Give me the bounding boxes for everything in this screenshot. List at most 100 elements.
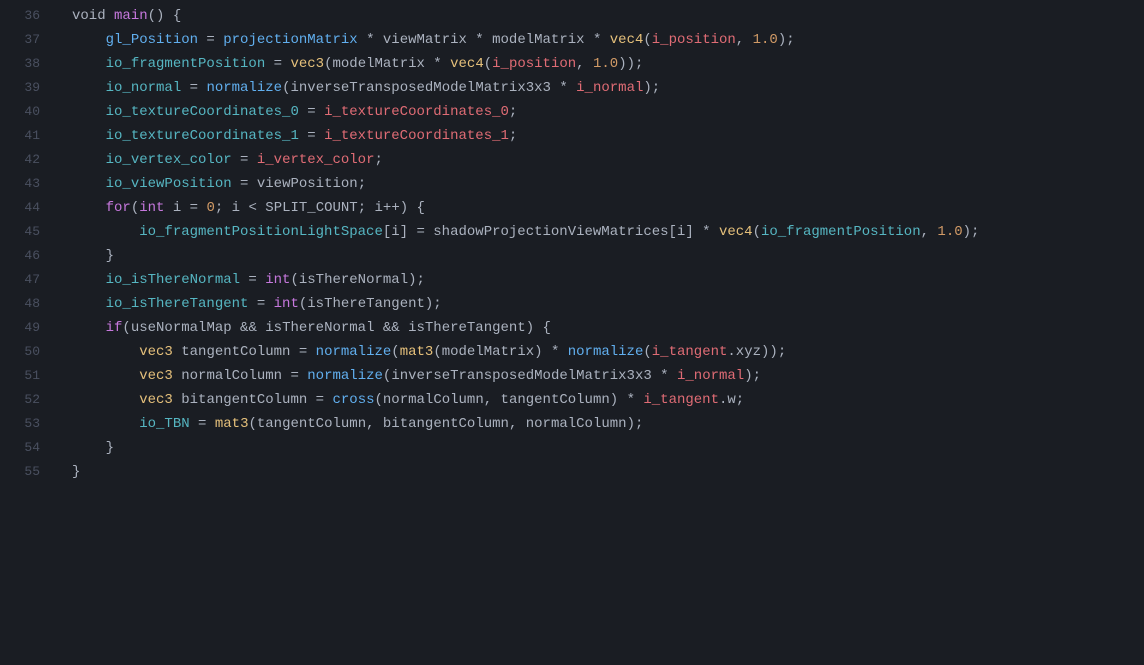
plain-token: , xyxy=(509,416,526,432)
plain-token: shadowProjectionViewMatrices xyxy=(433,224,668,240)
plain-token: = xyxy=(265,56,290,72)
type-token: vec3 xyxy=(139,344,173,360)
plain-token: } xyxy=(72,248,114,264)
plain-token: normalColumn xyxy=(181,368,282,384)
plain-token: ); xyxy=(744,368,761,384)
plain-token: viewMatrix xyxy=(383,32,467,48)
func-token: cross xyxy=(332,392,374,408)
line-number: 46 xyxy=(8,244,40,268)
type-token: vec4 xyxy=(719,224,753,240)
num-token: 1.0 xyxy=(937,224,962,240)
plain-token xyxy=(72,200,106,216)
type-token: vec3 xyxy=(139,392,173,408)
line-number: 39 xyxy=(8,76,40,100)
type-token: vec3 xyxy=(139,368,173,384)
code-line: io_TBN = mat3(tangentColumn, bitangentCo… xyxy=(72,412,1144,436)
plain-token: * xyxy=(551,80,576,96)
code-line: io_isThereTangent = int(isThereTangent); xyxy=(72,292,1144,316)
code-line: vec3 bitangentColumn = cross(normalColum… xyxy=(72,388,1144,412)
plain-token: modelMatrix xyxy=(492,32,584,48)
plain-token: = xyxy=(307,392,332,408)
func-token: normalize xyxy=(316,344,392,360)
kw-token: int xyxy=(265,272,290,288)
plain-token: = xyxy=(299,104,324,120)
code-line: io_normal = normalize(inverseTransposedM… xyxy=(72,76,1144,100)
iovar-token: io_isThereNormal xyxy=(106,272,240,288)
plain-token: normalColumn xyxy=(526,416,627,432)
plain-token: ( xyxy=(643,32,651,48)
plain-token: void xyxy=(72,8,114,24)
plain-token: ) * xyxy=(534,344,568,360)
plain-token: ); xyxy=(627,416,644,432)
kw-token: if xyxy=(106,320,123,336)
plain-token: ( xyxy=(391,344,399,360)
plain-token: ( xyxy=(643,344,651,360)
line-number: 51 xyxy=(8,364,40,388)
plain-token: ( xyxy=(122,320,130,336)
ivar-token: i_position xyxy=(652,32,736,48)
plain-token xyxy=(72,104,106,120)
plain-token: * xyxy=(425,56,450,72)
plain-token: tangentColumn xyxy=(501,392,610,408)
ivar-token: i_normal xyxy=(677,368,744,384)
line-number: 41 xyxy=(8,124,40,148)
iovar-token: io_viewPosition xyxy=(106,176,232,192)
line-number: 36 xyxy=(8,4,40,28)
plain-token xyxy=(72,56,106,72)
plain-token: i = xyxy=(164,200,206,216)
ivar-token: i_textureCoordinates_1 xyxy=(324,128,509,144)
plain-token: tangentColumn xyxy=(181,344,290,360)
plain-token: ( xyxy=(484,56,492,72)
plain-token xyxy=(72,392,139,408)
num-token: 1.0 xyxy=(753,32,778,48)
plain-token: .w; xyxy=(719,392,744,408)
plain-token: isThereTangent xyxy=(408,320,526,336)
plain-token: modelMatrix xyxy=(332,56,424,72)
plain-token: inverseTransposedModelMatrix3x3 xyxy=(290,80,550,96)
line-number: 43 xyxy=(8,172,40,196)
plain-token: * xyxy=(358,32,383,48)
code-line: gl_Position = projectionMatrix * viewMat… xyxy=(72,28,1144,52)
plain-token: = xyxy=(299,128,324,144)
code-line: io_isThereNormal = int(isThereNormal); xyxy=(72,268,1144,292)
func-token: projectionMatrix xyxy=(223,32,357,48)
plain-token xyxy=(72,416,139,432)
plain-token: )); xyxy=(618,56,643,72)
kw-token: for xyxy=(106,200,131,216)
plain-token xyxy=(72,344,139,360)
plain-token: ; i < xyxy=(215,200,265,216)
plain-token: ( xyxy=(375,392,383,408)
code-line: } xyxy=(72,436,1144,460)
plain-token: ); xyxy=(425,296,442,312)
iovar-token: io_TBN xyxy=(139,416,189,432)
plain-token xyxy=(173,368,181,384)
plain-token: = xyxy=(240,272,265,288)
code-line: io_fragmentPosition = vec3(modelMatrix *… xyxy=(72,52,1144,76)
code-line: if(useNormalMap && isThereNormal && isTh… xyxy=(72,316,1144,340)
line-number: 53 xyxy=(8,412,40,436)
iovar-token: io_textureCoordinates_1 xyxy=(106,128,299,144)
iovar-token: io_normal xyxy=(106,80,182,96)
code-content[interactable]: void main() { gl_Position = projectionMa… xyxy=(52,4,1144,665)
plain-token: isThereNormal xyxy=(265,320,374,336)
plain-token: = xyxy=(198,32,223,48)
plain-token: * xyxy=(585,32,610,48)
iovar-token: io_vertex_color xyxy=(106,152,232,168)
code-line: vec3 normalColumn = normalize(inverseTra… xyxy=(72,364,1144,388)
code-line: io_fragmentPositionLightSpace[i] = shado… xyxy=(72,220,1144,244)
plain-token xyxy=(72,128,106,144)
plain-token: ( xyxy=(248,416,256,432)
code-line: io_viewPosition = viewPosition; xyxy=(72,172,1144,196)
code-line: } xyxy=(72,460,1144,484)
plain-token: isThereTangent xyxy=(307,296,425,312)
plain-token: && xyxy=(374,320,408,336)
ivar-token: i_vertex_color xyxy=(257,152,375,168)
line-number: 44 xyxy=(8,196,40,220)
line-number: 47 xyxy=(8,268,40,292)
plain-token: ; xyxy=(358,176,366,192)
plain-token xyxy=(72,272,106,288)
plain-token: ( xyxy=(290,272,298,288)
line-number: 55 xyxy=(8,460,40,484)
plain-token: normalColumn xyxy=(383,392,484,408)
plain-token: SPLIT_COUNT xyxy=(265,200,357,216)
